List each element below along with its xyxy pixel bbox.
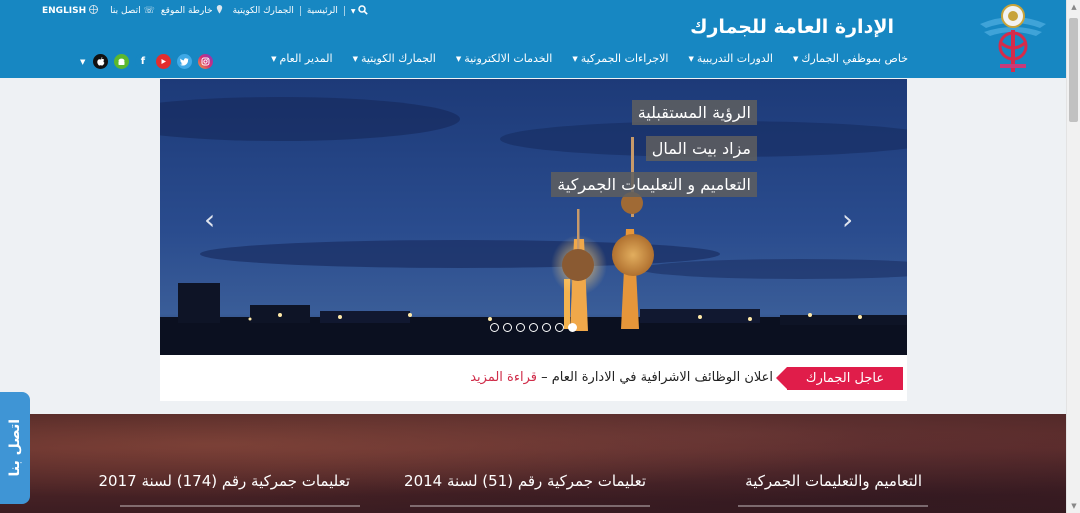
search-button[interactable]: ▼ — [350, 4, 369, 18]
scroll-up-icon[interactable]: ▲ — [1067, 0, 1080, 14]
slider-dot[interactable] — [555, 323, 564, 332]
breaking-news-item[interactable]: اعلان الوظائف الاشرافية في الادارة العام… — [470, 370, 773, 385]
slider-dot[interactable] — [503, 323, 512, 332]
nav-kuwaiti-customs[interactable]: الجمارك الكويتية ▼ — [353, 52, 436, 65]
home-link-label: الرئيسية — [306, 6, 338, 16]
chevron-down-icon: ▼ — [792, 54, 799, 63]
chevron-down-icon: ▼ — [455, 54, 462, 63]
site-header: الإدارة العامة للجمارك ENGLISH اتصل بنا … — [0, 0, 1066, 78]
main-navigation: المدير العام ▼ الجمارك الكويتية ▼ الخدمات … — [271, 52, 908, 65]
nav-training-courses[interactable]: الدورات التدريبية ▼ — [688, 52, 773, 65]
social-links: ▼ f — [80, 54, 214, 69]
contact-link-label: اتصل بنا — [110, 6, 141, 16]
globe-icon — [89, 5, 99, 17]
topbar-divider — [299, 6, 301, 16]
slider-caption-vision[interactable]: الرؤية المستقبلية — [631, 100, 757, 125]
slider-pagination — [490, 323, 577, 332]
english-link-label: ENGLISH — [42, 6, 87, 16]
chevron-down-icon[interactable]: ▼ — [80, 58, 85, 66]
sitemap-link[interactable]: خارطة الموقع — [161, 5, 223, 17]
nav-item-label: الدورات التدريبية — [696, 52, 773, 65]
english-link[interactable]: ENGLISH — [42, 5, 99, 17]
youtube-icon[interactable] — [156, 54, 172, 69]
slider-prev-arrow[interactable]: ‹ — [204, 203, 215, 236]
nav-item-label: المدير العام — [279, 52, 333, 65]
scroll-down-icon[interactable]: ▼ — [1067, 499, 1080, 513]
android-icon[interactable] — [114, 54, 130, 69]
kuwait-towers-night-photo — [160, 79, 907, 355]
breaking-news-ticker: عاجل الجمارك اعلان الوظائف الاشرافية في … — [160, 355, 907, 401]
apple-icon[interactable] — [93, 54, 109, 69]
kuwaiti-customs-link-label: الجمارك الكويتية — [232, 6, 294, 16]
nav-director-general[interactable]: المدير العام ▼ — [271, 52, 332, 65]
twitter-icon[interactable] — [177, 54, 193, 69]
nav-customs-employees[interactable]: خاص بموظفي الجمارك ▼ — [793, 52, 908, 65]
chevron-down-icon: ▼ — [352, 54, 358, 63]
nav-item-label: الجمارك الكويتية — [360, 52, 436, 65]
nav-customs-procedures[interactable]: الاجراءات الجمركية ▼ — [572, 52, 668, 65]
card-underline — [120, 505, 360, 507]
nav-e-services[interactable]: الخدمات الالكترونية ▼ — [456, 52, 553, 65]
slider-dot[interactable] — [542, 323, 551, 332]
card-title-circulars[interactable]: التعاميم والتعليمات الجمركية — [745, 472, 922, 490]
customs-logo[interactable] — [978, 2, 1048, 74]
sitemap-link-label: خارطة الموقع — [160, 6, 213, 16]
search-icon — [358, 4, 369, 18]
chevron-down-icon: ▼ — [350, 7, 356, 15]
kuwaiti-customs-link[interactable]: الجمارك الكويتية — [233, 6, 294, 16]
phone-icon: ☏ — [143, 6, 155, 16]
facebook-icon[interactable]: f — [135, 54, 151, 69]
contact-us-side-tab[interactable]: اتصل بنا — [0, 392, 30, 504]
contact-tab-label: اتصل بنا — [7, 419, 23, 477]
card-title-instruction-174[interactable]: تعليمات جمركية رقم (174) لسنة 2017 — [99, 472, 351, 490]
breaking-news-badge: عاجل الجمارك — [776, 367, 903, 390]
read-more-link[interactable]: قراءة المزيد — [470, 370, 537, 385]
nav-item-label: الخدمات الالكترونية — [464, 52, 553, 65]
slider-dot[interactable] — [490, 323, 499, 332]
slider-next-arrow[interactable]: › — [842, 203, 853, 236]
nav-item-label: خاص بموظفي الجمارك — [801, 52, 908, 65]
card-title-instruction-51[interactable]: تعليمات جمركية رقم (51) لسنة 2014 — [404, 472, 646, 490]
vertical-scrollbar[interactable]: ▲ ▼ — [1066, 0, 1080, 513]
home-link[interactable]: الرئيسية — [307, 6, 338, 16]
top-utility-bar: ENGLISH اتصل بنا ☏ خارطة الموقع الجمارك … — [42, 4, 369, 18]
slider-dot-active[interactable] — [568, 323, 577, 332]
scrollbar-thumb[interactable] — [1069, 18, 1078, 122]
slider-dot[interactable] — [516, 323, 525, 332]
card-underline — [410, 505, 650, 507]
slider-caption-circulars[interactable]: التعاميم و التعليمات الجمركية — [551, 172, 757, 197]
contact-link[interactable]: اتصل بنا ☏ — [110, 6, 155, 16]
instagram-icon[interactable] — [198, 54, 214, 69]
news-text: اعلان الوظائف الاشرافية في الادارة العام — [551, 370, 773, 385]
chevron-down-icon: ▼ — [688, 54, 694, 63]
chevron-down-icon: ▼ — [572, 54, 578, 63]
hero-slider[interactable]: الرؤية المستقبلية مزاد بيت المال التعامي… — [160, 79, 907, 355]
featured-circulars-section: التعاميم والتعليمات الجمركية تعليمات جمر… — [0, 414, 1066, 513]
site-title[interactable]: الإدارة العامة للجمارك — [690, 16, 894, 38]
background-photo — [0, 414, 1066, 513]
card-underline — [738, 505, 928, 507]
nav-item-label: الاجراءات الجمركية — [580, 52, 669, 65]
topbar-divider — [343, 6, 345, 16]
news-dash: – — [536, 370, 552, 385]
slider-caption-auction[interactable]: مزاد بيت المال — [645, 136, 757, 161]
chevron-down-icon: ▼ — [271, 54, 277, 63]
map-pin-icon — [216, 5, 223, 17]
slider-dot[interactable] — [529, 323, 538, 332]
